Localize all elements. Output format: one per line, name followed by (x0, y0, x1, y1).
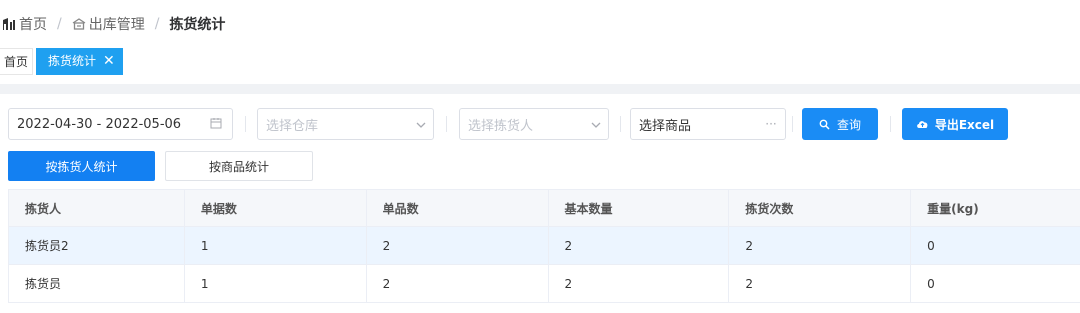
export-button-label: 导出Excel (934, 117, 995, 132)
tab-home[interactable]: 首页 (0, 48, 34, 75)
separator (792, 116, 793, 132)
tab-picking-stats[interactable]: 拣货统计 ✕ (36, 48, 123, 75)
export-excel-button[interactable]: 导出Excel (902, 108, 1008, 140)
content-divider (0, 84, 1080, 94)
table-cell: 2 (367, 265, 549, 302)
table-header-row: 拣货人 单据数 单品数 基本数量 拣货次数 重量(kg) (9, 190, 1080, 227)
warehouse-icon (72, 18, 86, 30)
picker-select[interactable]: 选择拣货人 (459, 108, 609, 140)
table-header-cell[interactable]: 基本数量 (549, 190, 730, 226)
table-cell: 0 (927, 238, 935, 253)
tab-by-picker[interactable]: 按拣货人统计 (8, 151, 155, 181)
tab-by-product[interactable]: 按商品统计 (165, 151, 313, 181)
table-header-cell[interactable]: 拣货人 (9, 190, 185, 226)
page-tabs: 首页 拣货统计 ✕ (0, 48, 123, 75)
table-header-cell[interactable]: 重量(kg) (911, 190, 1080, 226)
table-cell: 2 (367, 227, 549, 264)
separator (620, 116, 621, 132)
breadcrumb: 首页 / 出库管理 / 拣货统计 (2, 14, 225, 34)
table-header-cell[interactable]: 单品数 (367, 190, 549, 226)
table-header-cell[interactable]: 拣货次数 (729, 190, 912, 226)
home-icon (3, 18, 15, 30)
table-cell: 2 (549, 227, 730, 264)
separator (446, 116, 447, 132)
chevron-down-icon (409, 117, 433, 131)
breadcrumb-current: 拣货统计 (169, 17, 226, 33)
table-row[interactable]: 拣货员 1 2 2 2 0 (9, 265, 1080, 303)
cloud-upload-icon (916, 121, 928, 128)
picking-stats-table: 拣货人 单据数 单品数 基本数量 拣货次数 重量(kg) 拣货员2 1 2 2 … (8, 189, 1080, 303)
breadcrumb-section[interactable]: 出库管理 (72, 14, 145, 34)
breadcrumb-separator: / (57, 16, 62, 32)
table-cell: 拣货员 (9, 265, 185, 302)
table-cell: 0 (927, 276, 935, 291)
chevron-down-icon (584, 117, 608, 131)
breadcrumb-section-label: 出库管理 (88, 17, 145, 33)
breadcrumb-home[interactable]: 首页 (2, 14, 47, 34)
table-cell: 1 (185, 227, 367, 264)
warehouse-placeholder: 选择仓库 (266, 118, 319, 134)
warehouse-select[interactable]: 选择仓库 (257, 108, 434, 140)
filter-bar: 2022-04-30 - 2022-05-06 选择仓库 选择拣货人 选择商品 … (8, 108, 1080, 140)
calendar-icon (200, 117, 232, 132)
product-selector[interactable]: 选择商品 ··· (630, 108, 786, 140)
product-value: 选择商品 (639, 118, 692, 134)
table-row[interactable]: 拣货员2 1 2 2 2 0 (9, 227, 1080, 265)
table-cell: 1 (185, 265, 367, 302)
query-button-label: 查询 (836, 117, 861, 132)
table-cell: 2 (549, 265, 730, 302)
table-cell: 2 (729, 265, 912, 302)
table-cell: 拣货员2 (9, 227, 185, 264)
table-header-cell[interactable]: 单据数 (185, 190, 367, 226)
query-button[interactable]: 查询 (802, 108, 878, 140)
breadcrumb-home-label: 首页 (19, 17, 47, 33)
separator (245, 116, 246, 132)
tab-picking-stats-label: 拣货统计 (48, 54, 97, 68)
date-range-value: 2022-04-30 - 2022-05-06 (17, 116, 182, 132)
separator (890, 116, 891, 132)
search-icon (819, 119, 830, 130)
more-icon[interactable]: ··· (757, 117, 785, 131)
close-icon[interactable]: ✕ (103, 48, 115, 75)
table-cell: 2 (729, 227, 912, 264)
picker-placeholder: 选择拣货人 (468, 118, 534, 134)
date-range-picker[interactable]: 2022-04-30 - 2022-05-06 (8, 108, 233, 140)
breadcrumb-separator: / (154, 16, 160, 32)
